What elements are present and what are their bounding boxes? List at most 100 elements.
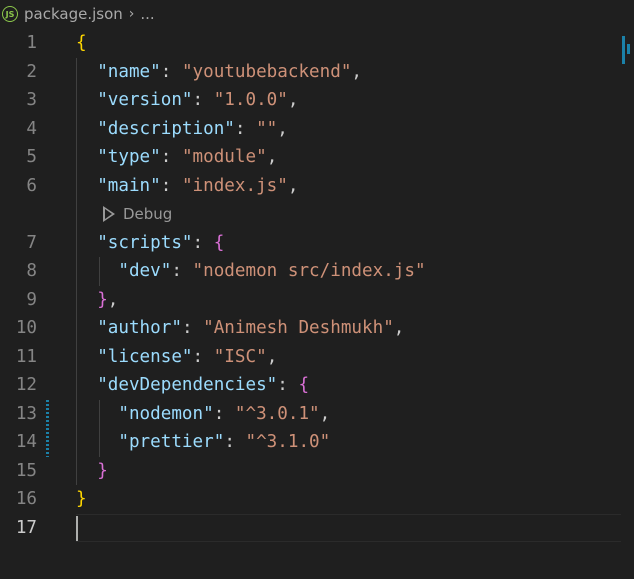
code-token: , [351,61,363,82]
code-token: : [234,118,257,139]
code-token: : [192,346,214,367]
code-token: "^3.1.0" [245,432,331,452]
line-number: 14 [15,432,37,452]
code-token: } [97,289,108,310]
code-line[interactable]: 17 [0,514,634,543]
overview-change-marker [622,36,625,64]
code-line[interactable]: 14 "prettier": "^3.1.0" [0,428,634,457]
code-token: , [287,175,299,196]
code-line[interactable]: 1{ [0,29,634,58]
code-line[interactable]: 16} [0,485,634,514]
code-token: "prettier" [118,432,225,452]
code-token: : [192,232,214,253]
code-line[interactable]: 10 "author": "Animesh Deshmukh", [0,314,634,343]
line-number: 15 [15,460,37,481]
code-text: "prettier": "^3.1.0" [76,428,330,457]
breadcrumb: JS package.json › ... [0,0,634,28]
code-text: "nodemon": "^3.0.1", [76,400,330,429]
code-token: "dev" [118,261,172,281]
line-number: 1 [26,33,37,53]
code-token: , [393,318,405,338]
text-cursor [76,515,78,541]
line-number: 5 [26,147,37,167]
code-text: "name": "youtubebackend", [76,58,362,87]
line-number: 12 [15,375,37,395]
code-token: , [266,147,278,167]
code-token: "devDependencies" [97,375,278,395]
code-line[interactable]: 11 "license": "ISC", [0,343,634,372]
breadcrumb-file[interactable]: package.json [24,5,123,23]
line-number: 9 [26,289,37,310]
code-line[interactable]: 3 "version": "1.0.0", [0,86,634,115]
code-token: : [160,175,182,196]
code-text: "description": "", [76,115,288,144]
code-token: : [213,403,235,424]
code-token: : [181,318,204,338]
code-line[interactable]: 9 }, [0,286,634,315]
code-text: { [76,29,87,58]
code-line[interactable]: 5 "type": "module", [0,143,634,172]
code-line[interactable]: 8 "dev": "nodemon src/index.js" [0,257,634,286]
indent-guide [76,57,77,485]
line-number: 16 [15,489,37,509]
code-text: "author": "Animesh Deshmukh", [76,314,404,343]
code-token: "name" [97,61,161,82]
line-number: 8 [26,261,37,281]
code-text: "scripts": { [76,229,224,258]
code-token: "youtubebackend" [181,61,352,82]
code-token: "nodemon src/index.js" [192,261,426,281]
line-number: 10 [15,318,37,338]
code-line[interactable]: 12 "devDependencies": { [0,371,634,400]
modified-lines-marker[interactable] [46,399,49,457]
code-token: "index.js" [181,175,288,196]
code-line[interactable]: 7 "scripts": { [0,229,634,258]
breadcrumb-more[interactable]: ... [140,5,154,23]
code-token: { [298,375,310,395]
code-text: "main": "index.js", [76,172,298,201]
code-line[interactable]: 4 "description": "", [0,115,634,144]
code-token: "Animesh Deshmukh" [203,318,394,338]
code-token: : [160,61,182,82]
code-token: , [319,403,331,424]
code-token: , [266,346,278,367]
code-token: "version" [97,90,193,110]
code-token: "license" [97,346,193,367]
code-line[interactable]: 15 } [0,457,634,486]
code-token: "ISC" [213,346,267,367]
code-text: "dev": "nodemon src/index.js" [76,257,426,286]
code-token: "main" [97,175,161,196]
code-token: { [213,232,225,253]
code-line[interactable]: 6 "main": "index.js", [0,172,634,201]
code-line[interactable]: 2 "name": "youtubebackend", [0,58,634,87]
code-text: } [76,485,87,514]
line-number: 11 [15,346,37,367]
code-line[interactable]: 13 "nodemon": "^3.0.1", [0,400,634,429]
code-token: "author" [97,318,182,338]
code-text: } [76,457,108,486]
line-number: 17 [15,517,37,538]
code-token: : [192,90,214,110]
play-icon [103,206,115,223]
code-token: : [160,147,182,167]
code-token: "" [256,118,278,139]
code-token: "^3.0.1" [234,403,320,424]
code-token: , [277,118,288,139]
indent-guide [99,257,100,286]
debug-codelens[interactable]: Debug [103,200,172,229]
code-token: : [277,375,299,395]
code-text: }, [76,286,118,315]
line-number: 13 [15,403,37,424]
code-text: "license": "ISC", [76,343,277,372]
